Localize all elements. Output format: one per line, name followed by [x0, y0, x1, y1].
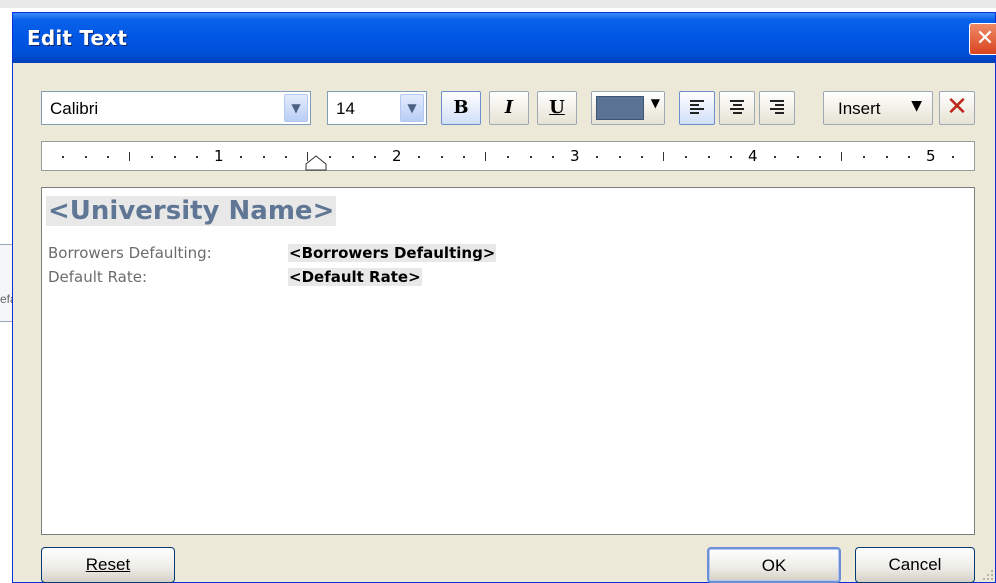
ruler-dot [729, 156, 732, 158]
ruler-half-tick [129, 152, 130, 161]
ruler-dot [173, 156, 176, 158]
ruler-dot [462, 156, 465, 158]
ruler-dot [952, 156, 955, 158]
indent-marker-icon[interactable] [305, 155, 327, 171]
caret-down-icon: ▼ [911, 98, 922, 114]
ruler-dot [373, 156, 376, 158]
ruler-dot [596, 156, 599, 158]
rich-text-editor[interactable]: <University Name> Borrowers Defaulting: … [41, 187, 975, 535]
color-swatch [596, 96, 644, 120]
dialog-body: Calibri ▼ 14 ▼ B I U ▼ Insert ▼ ✕ 1 2 3 … [13, 63, 995, 583]
ruler-dot [62, 156, 65, 158]
dialog-title: Edit Text [27, 26, 128, 50]
editor-line: Borrowers Defaulting: <Borrowers Default… [48, 244, 497, 262]
ruler[interactable]: 1 2 3 4 5 [41, 141, 975, 171]
ruler-dot [262, 156, 265, 158]
editor-line: Default Rate: <Default Rate> [48, 268, 422, 286]
font-family-value: Calibri [50, 99, 99, 118]
ruler-dot [329, 156, 332, 158]
ruler-number: 5 [926, 147, 936, 165]
ruler-number: 2 [392, 147, 402, 165]
ruler-dot [106, 156, 109, 158]
ruler-dot [84, 156, 87, 158]
text-color-button[interactable]: ▼ [591, 91, 665, 125]
italic-button[interactable]: I [489, 91, 529, 125]
ok-button[interactable]: OK [707, 547, 841, 583]
ruler-dot [195, 156, 198, 158]
ruler-dot [440, 156, 443, 158]
ruler-dot [284, 156, 287, 158]
font-size-select[interactable]: 14 ▼ [327, 91, 427, 125]
bold-button[interactable]: B [441, 91, 481, 125]
ruler-half-tick [485, 152, 486, 161]
align-left-button[interactable] [679, 91, 715, 125]
ruler-dot [685, 156, 688, 158]
align-right-button[interactable] [759, 91, 795, 125]
ruler-dot [618, 156, 621, 158]
dialog-titlebar[interactable]: Edit Text ✕ [13, 13, 996, 63]
placeholder-token: <Borrowers Defaulting> [288, 244, 497, 262]
ruler-dot [885, 156, 888, 158]
edit-text-dialog: Edit Text ✕ Calibri ▼ 14 ▼ B I U ▼ Inser… [12, 12, 996, 583]
font-size-value: 14 [336, 99, 355, 118]
reset-button[interactable]: Reset [41, 547, 175, 583]
align-left-icon [690, 100, 704, 116]
ruler-dot [907, 156, 910, 158]
ruler-number: 3 [570, 147, 580, 165]
ruler-dot [796, 156, 799, 158]
chevron-down-icon[interactable]: ▼ [400, 94, 424, 122]
align-right-icon [770, 100, 784, 116]
delete-icon: ✕ [946, 92, 968, 122]
cancel-button[interactable]: Cancel [855, 547, 975, 583]
reset-label: Reset [85, 555, 131, 574]
placeholder-token: <Default Rate> [288, 268, 422, 286]
insert-button[interactable]: Insert ▼ [823, 91, 933, 125]
ruler-dot [818, 156, 821, 158]
chevron-down-icon[interactable]: ▼ [284, 94, 308, 122]
delete-button[interactable]: ✕ [939, 91, 975, 125]
ruler-dot [707, 156, 710, 158]
ruler-dot [863, 156, 866, 158]
field-label: Borrowers Defaulting: [48, 244, 212, 262]
field-label: Default Rate: [48, 268, 148, 286]
ruler-dot [640, 156, 643, 158]
university-name-heading: <University Name> [46, 196, 337, 226]
caret-down-icon: ▼ [650, 96, 660, 110]
align-center-button[interactable] [719, 91, 755, 125]
insert-label: Insert [838, 99, 881, 118]
ruler-number: 1 [214, 147, 224, 165]
underline-button[interactable]: U [537, 91, 577, 125]
ruler-dot [551, 156, 554, 158]
ruler-dot [507, 156, 510, 158]
resize-grip-icon[interactable] [979, 566, 995, 582]
font-family-select[interactable]: Calibri ▼ [41, 91, 311, 125]
ruler-dot [418, 156, 421, 158]
ruler-dot [240, 156, 243, 158]
align-center-icon [730, 100, 744, 116]
ruler-half-tick [663, 152, 664, 161]
ruler-dot [351, 156, 354, 158]
ruler-dot [151, 156, 154, 158]
background-toolbar-strip [0, 0, 996, 8]
ruler-half-tick [841, 152, 842, 161]
close-icon: ✕ [975, 26, 995, 51]
ruler-number: 4 [748, 147, 758, 165]
ruler-dot [774, 156, 777, 158]
close-button[interactable]: ✕ [969, 23, 996, 55]
ruler-dot [529, 156, 532, 158]
